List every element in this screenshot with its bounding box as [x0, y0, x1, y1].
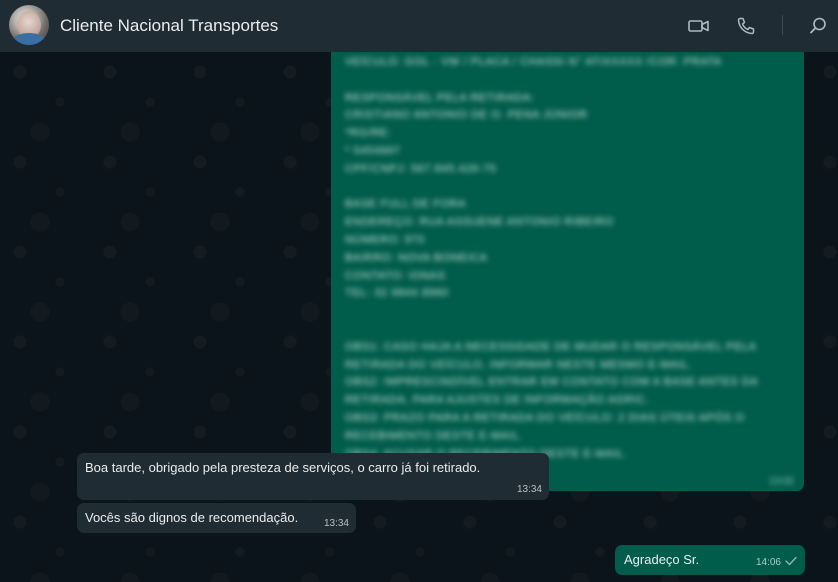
- blurred-line: BASE FULL DE FORA: [345, 198, 467, 211]
- chat-header: Cliente Nacional Transportes: [0, 0, 838, 52]
- blurred-line: Veículo: GOL - VW / PLACA / CHASSI N° AT…: [345, 56, 722, 68]
- blurred-line: OBS2: IMPRESCINDÍVEL ENTRAR EM CONTATO C…: [345, 376, 759, 389]
- contact-avatar[interactable]: [9, 5, 49, 45]
- blurred-message-time: 13:02: [768, 476, 794, 487]
- blurred-line: [345, 321, 790, 339]
- message-bubble-incoming[interactable]: Vocês são dignos de recomendação. 13:34: [77, 503, 356, 533]
- message-text: Agradeço Sr.: [624, 552, 700, 567]
- message-time: 13:34: [516, 484, 542, 495]
- video-call-icon[interactable]: [687, 14, 711, 38]
- blurred-line: RETIRADA DO VEÍCULO, INFORMAR NESTE MESM…: [345, 358, 693, 371]
- blurred-line: *RG/RE:: [345, 127, 392, 140]
- single-check-icon: [785, 556, 797, 569]
- blurred-line: NÚMERO: 970: [345, 233, 425, 246]
- blurred-line: OBS3: PRAZO PARA A RETIRADA DO VEÍCULO: …: [345, 411, 745, 424]
- blurred-line: ENDEREÇO: RUA ASSUENE ANTONIO RIBEIRO: [345, 216, 614, 229]
- message-bubble-outgoing[interactable]: Agradeço Sr. 14:06: [615, 545, 805, 575]
- blurred-line: [345, 179, 790, 197]
- blurred-line: [345, 303, 790, 321]
- blurred-line: OBS1: CASO HAJA A NECESSIDADE DE MUDAR O…: [345, 340, 757, 353]
- blurred-line: CPF/CNPJ: 567.845.426-75: [345, 162, 497, 175]
- message-time: 13:34: [323, 518, 349, 529]
- blurred-line: [345, 72, 790, 90]
- header-divider: [782, 15, 783, 35]
- blurred-line: RECEBIMENTO DESTE E-MAIL.: [345, 429, 523, 442]
- message-bubble-incoming[interactable]: Boa tarde, obrigado pela presteza de ser…: [77, 453, 549, 500]
- blurred-message-text: Veículo: GOL - VW / PLACA / CHASSI N° AT…: [345, 54, 790, 463]
- message-time: 14:06: [755, 557, 781, 568]
- blurred-line: RETIRADA, PARA AJUSTES DE INFORMAÇÃO AGR…: [345, 394, 650, 407]
- blurred-line: RESPONSÁVEL PELA RETIRADA:: [345, 91, 535, 104]
- voice-call-icon[interactable]: [734, 14, 758, 38]
- blurred-message-bubble[interactable]: Veículo: GOL - VW / PLACA / CHASSI N° AT…: [331, 52, 804, 491]
- chat-area[interactable]: Veículo: GOL - VW / PLACA / CHASSI N° AT…: [0, 52, 838, 582]
- message-text: Vocês são dignos de recomendação.: [85, 510, 299, 525]
- blurred-line: CRISTIANO ANTONIO DE O. PENA JÚNIOR: [345, 109, 588, 122]
- blurred-line: BAIRRO: NOVA BONEICA: [345, 251, 488, 264]
- blurred-line: * 5454997: [345, 144, 401, 157]
- message-text: Boa tarde, obrigado pela presteza de ser…: [85, 460, 481, 475]
- search-icon[interactable]: [806, 14, 830, 38]
- blurred-line: TEL: 32 9844 8960: [345, 287, 449, 300]
- blurred-line: CONTATO: IONAS: [345, 269, 446, 282]
- avatar-shirt: [11, 33, 47, 45]
- message-meta: 14:06: [756, 556, 797, 569]
- contact-name[interactable]: Cliente Nacional Transportes: [60, 15, 278, 37]
